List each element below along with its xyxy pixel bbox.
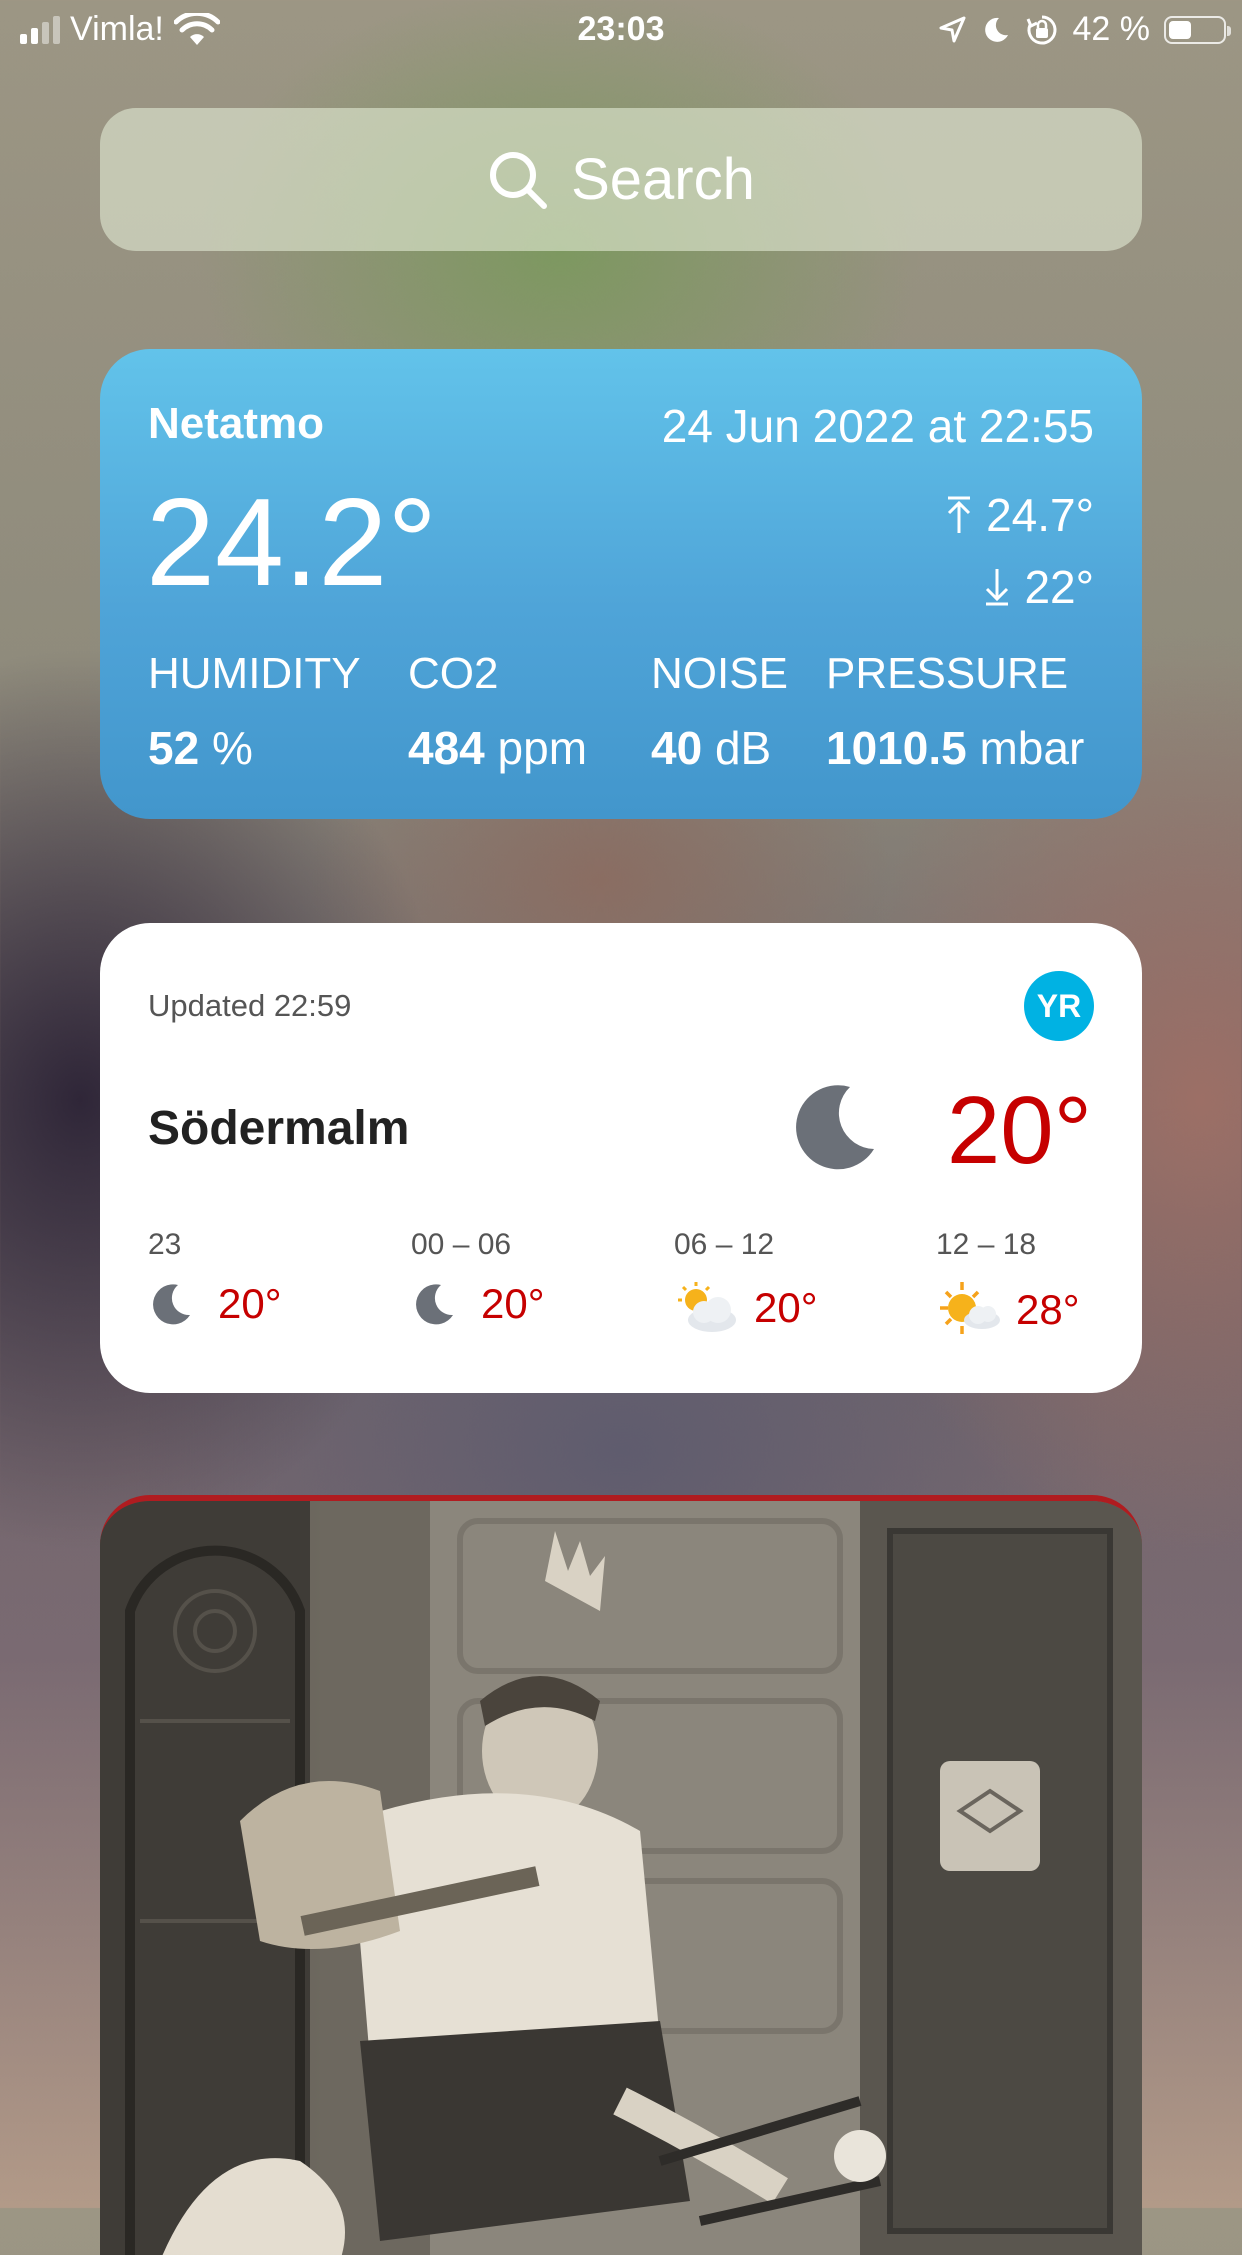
netatmo-widget[interactable]: Netatmo 24 Jun 2022 at 22:55 24.2° 24.7°… <box>100 349 1142 819</box>
moon-icon <box>796 1085 874 1170</box>
metric-value: 1010.5 <box>826 722 967 774</box>
metric-unit: ppm <box>497 722 588 774</box>
forecast-temperature: 28° <box>1016 1286 1080 1333</box>
metric-unit: % <box>211 722 253 774</box>
search-placeholder: Search <box>571 147 755 212</box>
forecast-temperature: 20° <box>481 1280 545 1327</box>
battery-percent: 42 % <box>1072 10 1151 48</box>
moon-icon <box>984 17 1008 42</box>
arrow-down-icon <box>986 569 1009 606</box>
high-temperature: 24.7° <box>986 489 1094 541</box>
forecast-temperature: 20° <box>218 1280 282 1327</box>
moon-icon <box>416 1284 453 1325</box>
metric-unit: dB <box>714 722 772 774</box>
yr-logo: YR <box>1024 971 1094 1041</box>
metric-label: CO2 <box>408 649 499 698</box>
low-temperature: 22° <box>1024 561 1094 613</box>
forecast-period-label: 12 – 18 <box>936 1228 1037 1261</box>
metric-pressure: PRESSURE 1010.5 mbar <box>826 649 1084 775</box>
battery-icon <box>1164 15 1231 44</box>
metric-label: PRESSURE <box>826 649 1069 698</box>
rotation-lock-icon <box>1026 15 1056 44</box>
status-bar: Vimla! 23:03 42 % <box>0 0 1242 62</box>
forecast-period: 23 20° <box>148 1228 282 1328</box>
partly-cloudy-icon <box>678 1282 736 1332</box>
yr-weather-widget[interactable]: Updated 22:59 YR Södermalm 20° 23 20° 00… <box>100 923 1142 1393</box>
forecast-period: 06 – 12 20° <box>674 1228 818 1336</box>
high-low: 24.7° 22° <box>944 479 1094 623</box>
forecast-period-label: 23 <box>148 1228 182 1261</box>
forecast-period: 00 – 06 20° <box>411 1228 545 1328</box>
current-temperature: 20° <box>946 1077 1092 1184</box>
current-temperature: 24.2° <box>146 474 437 612</box>
search-field[interactable]: Search <box>100 108 1142 251</box>
metric-co2: CO2 484 ppm <box>408 649 587 775</box>
photo-widget-image <box>100 1501 1142 2255</box>
sun-cloud-icon <box>940 1282 1000 1334</box>
metric-humidity: HUMIDITY 52 % <box>148 649 361 775</box>
widget-title: Netatmo <box>148 399 325 448</box>
last-updated: Updated 22:59 <box>148 988 352 1023</box>
forecast-period-label: 00 – 06 <box>411 1228 512 1261</box>
metric-value: 52 <box>148 722 200 774</box>
metric-value: 484 <box>408 722 485 774</box>
metric-value: 40 <box>651 722 703 774</box>
metric-label: NOISE <box>651 649 788 698</box>
search-icon <box>490 151 548 209</box>
location-name: Södermalm <box>148 1102 410 1155</box>
last-updated: 24 Jun 2022 at 22:55 <box>661 400 1094 452</box>
photo-widget[interactable] <box>100 1495 1142 2255</box>
metric-unit: mbar <box>979 722 1085 774</box>
forecast-period: 12 – 18 28° <box>936 1228 1080 1340</box>
moon-icon <box>153 1284 190 1325</box>
metric-noise: NOISE 40 dB <box>651 649 788 775</box>
arrow-up-icon <box>948 496 971 533</box>
forecast-temperature: 20° <box>754 1284 818 1331</box>
forecast-period-label: 06 – 12 <box>674 1228 775 1261</box>
location-icon <box>939 16 965 42</box>
metric-label: HUMIDITY <box>148 649 361 698</box>
